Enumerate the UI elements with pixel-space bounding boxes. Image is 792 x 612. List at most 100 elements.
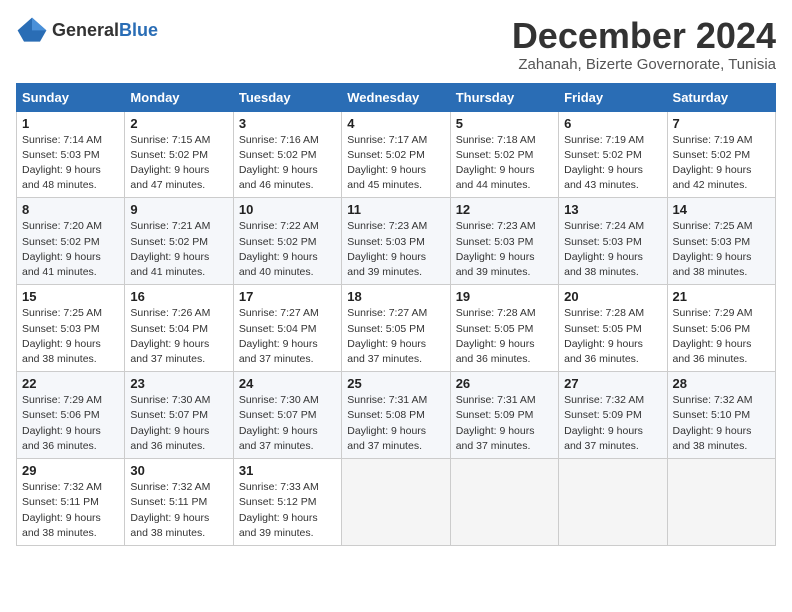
day-number: 9 <box>130 202 227 217</box>
day-number: 6 <box>564 116 661 131</box>
day-info: Sunrise: 7:32 AMSunset: 5:10 PMDaylight:… <box>673 393 770 454</box>
day-number: 3 <box>239 116 336 131</box>
day-number: 14 <box>673 202 770 217</box>
day-info: Sunrise: 7:23 AMSunset: 5:03 PMDaylight:… <box>456 219 553 280</box>
day-info: Sunrise: 7:22 AMSunset: 5:02 PMDaylight:… <box>239 219 336 280</box>
day-number: 28 <box>673 376 770 391</box>
day-info: Sunrise: 7:19 AMSunset: 5:02 PMDaylight:… <box>564 133 661 194</box>
day-number: 31 <box>239 463 336 478</box>
calendar-cell: 20 Sunrise: 7:28 AMSunset: 5:05 PMDaylig… <box>559 285 667 372</box>
calendar-cell: 18 Sunrise: 7:27 AMSunset: 5:05 PMDaylig… <box>342 285 450 372</box>
day-info: Sunrise: 7:27 AMSunset: 5:04 PMDaylight:… <box>239 306 336 367</box>
day-info: Sunrise: 7:18 AMSunset: 5:02 PMDaylight:… <box>456 133 553 194</box>
day-info: Sunrise: 7:17 AMSunset: 5:02 PMDaylight:… <box>347 133 444 194</box>
day-number: 25 <box>347 376 444 391</box>
day-number: 12 <box>456 202 553 217</box>
day-info: Sunrise: 7:19 AMSunset: 5:02 PMDaylight:… <box>673 133 770 194</box>
calendar-cell: 7 Sunrise: 7:19 AMSunset: 5:02 PMDayligh… <box>667 111 775 198</box>
day-info: Sunrise: 7:26 AMSunset: 5:04 PMDaylight:… <box>130 306 227 367</box>
calendar-cell: 8 Sunrise: 7:20 AMSunset: 5:02 PMDayligh… <box>17 198 125 285</box>
day-info: Sunrise: 7:31 AMSunset: 5:09 PMDaylight:… <box>456 393 553 454</box>
calendar-cell: 6 Sunrise: 7:19 AMSunset: 5:02 PMDayligh… <box>559 111 667 198</box>
day-info: Sunrise: 7:32 AMSunset: 5:09 PMDaylight:… <box>564 393 661 454</box>
calendar-cell: 14 Sunrise: 7:25 AMSunset: 5:03 PMDaylig… <box>667 198 775 285</box>
calendar-table: SundayMondayTuesdayWednesdayThursdayFrid… <box>16 83 776 546</box>
calendar-cell: 4 Sunrise: 7:17 AMSunset: 5:02 PMDayligh… <box>342 111 450 198</box>
day-number: 29 <box>22 463 119 478</box>
calendar-cell: 26 Sunrise: 7:31 AMSunset: 5:09 PMDaylig… <box>450 372 558 459</box>
day-info: Sunrise: 7:29 AMSunset: 5:06 PMDaylight:… <box>673 306 770 367</box>
calendar-cell: 3 Sunrise: 7:16 AMSunset: 5:02 PMDayligh… <box>233 111 341 198</box>
day-info: Sunrise: 7:29 AMSunset: 5:06 PMDaylight:… <box>22 393 119 454</box>
calendar-cell: 22 Sunrise: 7:29 AMSunset: 5:06 PMDaylig… <box>17 372 125 459</box>
calendar-week-5: 29 Sunrise: 7:32 AMSunset: 5:11 PMDaylig… <box>17 459 776 546</box>
day-info: Sunrise: 7:28 AMSunset: 5:05 PMDaylight:… <box>564 306 661 367</box>
calendar-header-row: SundayMondayTuesdayWednesdayThursdayFrid… <box>17 83 776 111</box>
day-number: 17 <box>239 289 336 304</box>
calendar-cell: 15 Sunrise: 7:25 AMSunset: 5:03 PMDaylig… <box>17 285 125 372</box>
day-number: 23 <box>130 376 227 391</box>
day-number: 2 <box>130 116 227 131</box>
month-title: December 2024 <box>512 16 776 56</box>
day-number: 13 <box>564 202 661 217</box>
day-info: Sunrise: 7:30 AMSunset: 5:07 PMDaylight:… <box>239 393 336 454</box>
calendar-cell: 29 Sunrise: 7:32 AMSunset: 5:11 PMDaylig… <box>17 459 125 546</box>
day-info: Sunrise: 7:27 AMSunset: 5:05 PMDaylight:… <box>347 306 444 367</box>
calendar-cell: 12 Sunrise: 7:23 AMSunset: 5:03 PMDaylig… <box>450 198 558 285</box>
day-info: Sunrise: 7:31 AMSunset: 5:08 PMDaylight:… <box>347 393 444 454</box>
day-number: 26 <box>456 376 553 391</box>
weekday-header-monday: Monday <box>125 83 233 111</box>
calendar-cell: 13 Sunrise: 7:24 AMSunset: 5:03 PMDaylig… <box>559 198 667 285</box>
day-info: Sunrise: 7:32 AMSunset: 5:11 PMDaylight:… <box>22 480 119 541</box>
day-number: 22 <box>22 376 119 391</box>
logo-icon <box>16 16 48 44</box>
day-number: 18 <box>347 289 444 304</box>
day-number: 15 <box>22 289 119 304</box>
day-info: Sunrise: 7:32 AMSunset: 5:11 PMDaylight:… <box>130 480 227 541</box>
calendar-cell <box>667 459 775 546</box>
day-number: 4 <box>347 116 444 131</box>
calendar-cell: 11 Sunrise: 7:23 AMSunset: 5:03 PMDaylig… <box>342 198 450 285</box>
calendar-cell: 19 Sunrise: 7:28 AMSunset: 5:05 PMDaylig… <box>450 285 558 372</box>
calendar-cell: 10 Sunrise: 7:22 AMSunset: 5:02 PMDaylig… <box>233 198 341 285</box>
calendar-week-2: 8 Sunrise: 7:20 AMSunset: 5:02 PMDayligh… <box>17 198 776 285</box>
calendar-cell: 31 Sunrise: 7:33 AMSunset: 5:12 PMDaylig… <box>233 459 341 546</box>
page-header: GeneralBlue December 2024 Zahanah, Bizer… <box>16 16 776 73</box>
weekday-header-tuesday: Tuesday <box>233 83 341 111</box>
calendar-cell: 30 Sunrise: 7:32 AMSunset: 5:11 PMDaylig… <box>125 459 233 546</box>
calendar-cell: 27 Sunrise: 7:32 AMSunset: 5:09 PMDaylig… <box>559 372 667 459</box>
day-number: 24 <box>239 376 336 391</box>
day-info: Sunrise: 7:33 AMSunset: 5:12 PMDaylight:… <box>239 480 336 541</box>
calendar-week-4: 22 Sunrise: 7:29 AMSunset: 5:06 PMDaylig… <box>17 372 776 459</box>
calendar-cell: 24 Sunrise: 7:30 AMSunset: 5:07 PMDaylig… <box>233 372 341 459</box>
calendar-cell <box>342 459 450 546</box>
day-info: Sunrise: 7:20 AMSunset: 5:02 PMDaylight:… <box>22 219 119 280</box>
calendar-week-1: 1 Sunrise: 7:14 AMSunset: 5:03 PMDayligh… <box>17 111 776 198</box>
day-number: 11 <box>347 202 444 217</box>
weekday-header-thursday: Thursday <box>450 83 558 111</box>
calendar-cell: 5 Sunrise: 7:18 AMSunset: 5:02 PMDayligh… <box>450 111 558 198</box>
day-number: 5 <box>456 116 553 131</box>
calendar-cell: 9 Sunrise: 7:21 AMSunset: 5:02 PMDayligh… <box>125 198 233 285</box>
day-info: Sunrise: 7:24 AMSunset: 5:03 PMDaylight:… <box>564 219 661 280</box>
calendar-cell: 23 Sunrise: 7:30 AMSunset: 5:07 PMDaylig… <box>125 372 233 459</box>
logo-text: GeneralBlue <box>52 20 158 41</box>
weekday-header-sunday: Sunday <box>17 83 125 111</box>
day-info: Sunrise: 7:23 AMSunset: 5:03 PMDaylight:… <box>347 219 444 280</box>
calendar-cell <box>559 459 667 546</box>
calendar-cell: 28 Sunrise: 7:32 AMSunset: 5:10 PMDaylig… <box>667 372 775 459</box>
location-subtitle: Zahanah, Bizerte Governorate, Tunisia <box>512 56 776 73</box>
day-number: 7 <box>673 116 770 131</box>
day-info: Sunrise: 7:30 AMSunset: 5:07 PMDaylight:… <box>130 393 227 454</box>
calendar-cell: 25 Sunrise: 7:31 AMSunset: 5:08 PMDaylig… <box>342 372 450 459</box>
day-number: 30 <box>130 463 227 478</box>
logo-blue: Blue <box>119 20 158 40</box>
day-number: 8 <box>22 202 119 217</box>
day-number: 10 <box>239 202 336 217</box>
logo-general: General <box>52 20 119 40</box>
day-info: Sunrise: 7:25 AMSunset: 5:03 PMDaylight:… <box>22 306 119 367</box>
calendar-body: 1 Sunrise: 7:14 AMSunset: 5:03 PMDayligh… <box>17 111 776 545</box>
calendar-cell: 16 Sunrise: 7:26 AMSunset: 5:04 PMDaylig… <box>125 285 233 372</box>
day-info: Sunrise: 7:28 AMSunset: 5:05 PMDaylight:… <box>456 306 553 367</box>
day-number: 20 <box>564 289 661 304</box>
